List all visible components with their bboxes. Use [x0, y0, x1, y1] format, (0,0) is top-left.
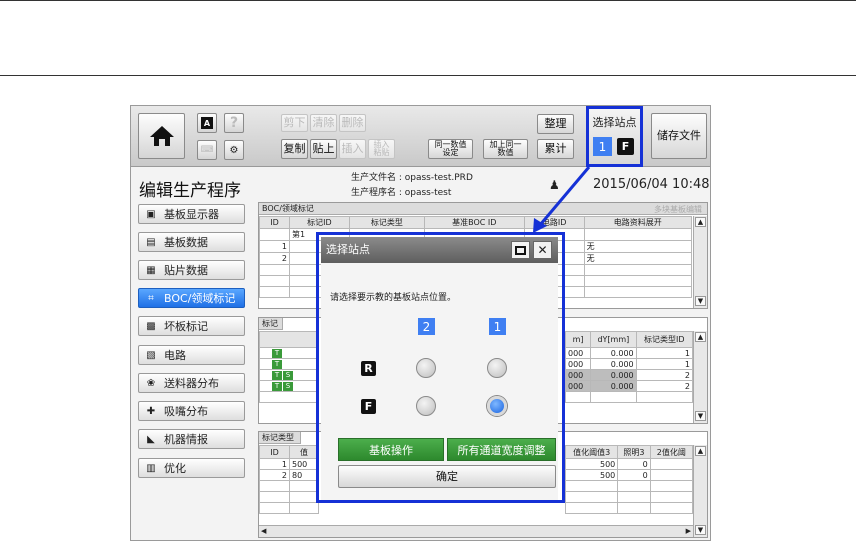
pointer-arrow-icon	[533, 166, 591, 233]
